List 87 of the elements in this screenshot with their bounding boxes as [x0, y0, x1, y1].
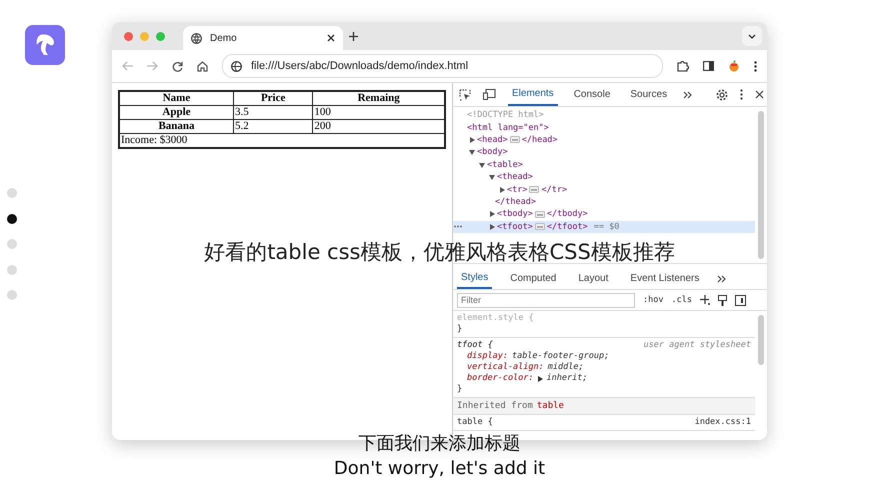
dom-node[interactable]: <html lang="en">: [465, 122, 549, 133]
node-reference: == $0: [594, 222, 620, 232]
table-cell: Apple: [119, 106, 234, 120]
styles-tab[interactable]: Computed: [506, 268, 560, 289]
table-cell: 3.5: [233, 106, 313, 120]
expand-triangle-icon[interactable]: [538, 376, 543, 382]
scrollbar[interactable]: [758, 315, 764, 365]
more-menu-icon[interactable]: [754, 60, 757, 72]
dom-node[interactable]: <thead>: [497, 172, 533, 182]
paint-brush-icon[interactable]: [718, 294, 727, 306]
close-icon[interactable]: [327, 34, 335, 42]
close-icon[interactable]: [755, 90, 764, 99]
more-tabs-icon[interactable]: [683, 90, 692, 98]
settings-icon[interactable]: [716, 88, 728, 100]
dom-node-close: </tfoot>: [546, 222, 588, 232]
rule-source: user agent stylesheet: [644, 340, 751, 351]
table-cell: Banana: [119, 120, 234, 134]
puzzle-icon[interactable]: [677, 60, 689, 72]
devtools-tab[interactable]: Console: [570, 83, 614, 106]
inherited-label: Inherited from: [457, 401, 533, 411]
css-value: middle;: [548, 362, 584, 373]
chevron-down-icon: [748, 34, 756, 38]
home-icon[interactable]: [197, 60, 208, 72]
devtools-tab[interactable]: Elements: [508, 83, 558, 106]
tab-search-button[interactable]: [742, 26, 762, 46]
dom-node[interactable]: <body>: [477, 147, 508, 158]
css-value: table-footer-group;: [512, 351, 610, 362]
slide-dot[interactable]: [7, 290, 17, 300]
table-cell: 200: [312, 120, 445, 134]
css-property: vertical-align:: [467, 362, 544, 373]
dom-node-close: </thead>: [494, 196, 536, 207]
dom-node[interactable]: <tfoot>: [497, 222, 533, 232]
inherited-element[interactable]: table: [536, 401, 564, 411]
more-tabs-icon[interactable]: [717, 274, 726, 282]
css-property: border-color:: [467, 373, 534, 384]
slide-dot[interactable]: [7, 214, 17, 224]
rule-source[interactable]: index.css:1: [694, 417, 751, 428]
dom-node[interactable]: <head>: [477, 134, 508, 145]
plus-icon[interactable]: [700, 295, 710, 305]
inspect-icon[interactable]: [459, 88, 471, 100]
site-info-icon: [231, 60, 242, 72]
table-cell: 100: [312, 106, 445, 120]
device-icon[interactable]: [483, 89, 496, 100]
sidebar-toggle-icon[interactable]: [734, 294, 746, 306]
css-selector: table {: [457, 417, 493, 428]
css-property: display:: [467, 351, 508, 362]
css-selector: element.style {: [457, 313, 534, 324]
dom-node[interactable]: <tr>: [507, 184, 528, 195]
video-title: 好看的table css模板，优雅风格表格CSS模板推荐: [204, 239, 675, 266]
styles-tab[interactable]: Styles: [457, 268, 492, 289]
ellipsis-badge-icon[interactable]: [534, 223, 545, 230]
browser-tab[interactable]: Demo: [183, 26, 343, 50]
dom-node[interactable]: <tbody>: [497, 209, 533, 220]
css-selector: tfoot {: [457, 340, 493, 351]
address-bar[interactable]: file:///Users/abc/Downloads/demo/index.html: [222, 54, 663, 78]
ellipsis-badge-icon[interactable]: [534, 210, 545, 218]
table-cell: 5.2: [233, 120, 313, 134]
reload-icon[interactable]: [172, 60, 183, 72]
plus-icon[interactable]: [349, 32, 358, 40]
filter-toggle[interactable]: :hov: [643, 295, 664, 305]
dom-node-close: </tbody>: [546, 209, 588, 220]
ellipsis-icon: [454, 225, 462, 228]
sidebar-icon[interactable]: [703, 61, 714, 71]
more-menu-icon[interactable]: [740, 89, 744, 100]
filter-toggle[interactable]: .cls: [671, 295, 692, 305]
column-header: Price: [233, 91, 313, 106]
closing-brace: }: [457, 324, 462, 335]
globe-icon: [191, 32, 202, 44]
dom-node-close: </head>: [522, 134, 558, 145]
dom-node-close: </tr>: [541, 184, 568, 195]
subtitle: Don't worry, let's add it: [334, 457, 546, 481]
ellipsis-badge-icon[interactable]: [510, 136, 520, 144]
slide-dot[interactable]: [7, 264, 17, 275]
slide-dot[interactable]: [7, 239, 17, 250]
ellipsis-badge-icon[interactable]: [529, 186, 540, 194]
subtitle: 下面我们来添加标题: [358, 432, 520, 456]
devtools-tab[interactable]: Sources: [626, 83, 672, 106]
slide-dot[interactable]: [7, 188, 17, 198]
column-header: Remaing: [312, 91, 445, 106]
scrollbar[interactable]: [758, 111, 764, 259]
filter-field[interactable]: Filter: [457, 292, 635, 308]
column-header: Name: [119, 91, 234, 106]
styles-tab[interactable]: Event Listeners: [626, 268, 704, 289]
closing-brace: }: [457, 384, 462, 395]
styles-tab[interactable]: Layout: [574, 268, 612, 289]
css-value: inherit;: [546, 373, 588, 384]
dom-node[interactable]: <table>: [487, 160, 523, 170]
